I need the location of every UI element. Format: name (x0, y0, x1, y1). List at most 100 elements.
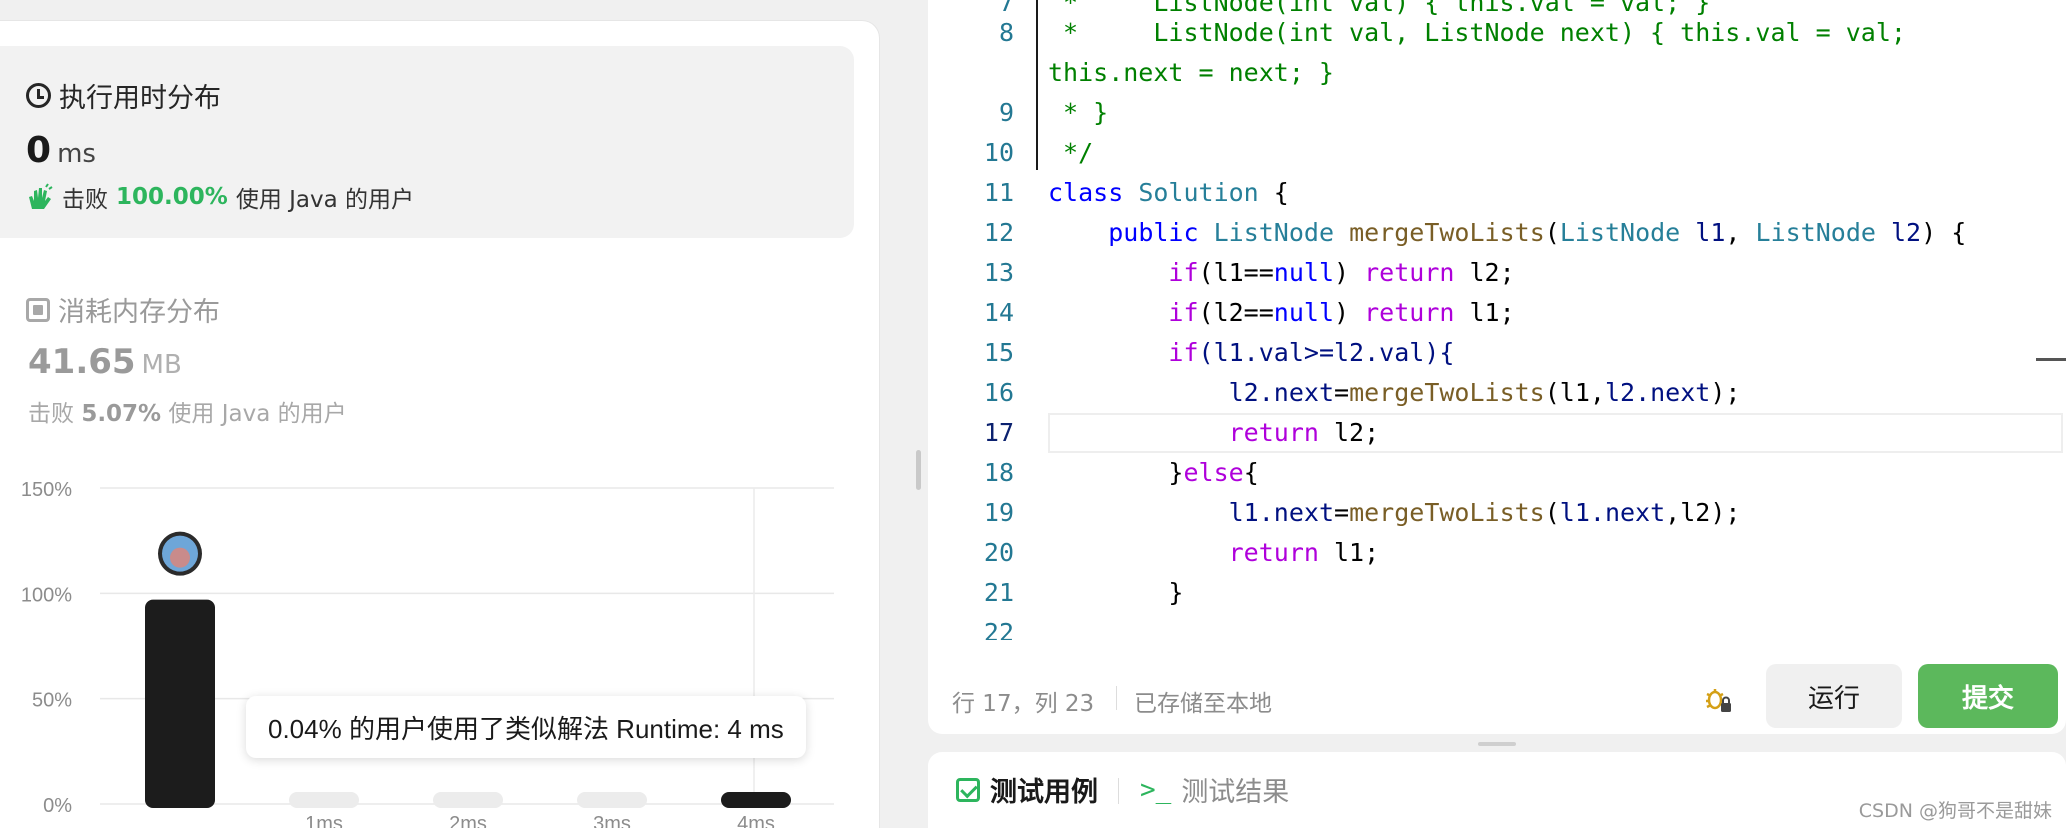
memory-beat-suffix: 使用 Java 的用户 (168, 401, 347, 427)
memory-unit: MB (141, 350, 182, 380)
token: l1 (1695, 218, 1726, 247)
x-tick-label: 3ms (593, 813, 631, 828)
tab-divider (1118, 778, 1119, 804)
code-area[interactable]: 7 * ListNode(int val) { this.val = val; … (928, 0, 2066, 640)
token: l2 (1228, 378, 1259, 407)
vertical-resize-handle[interactable] (1478, 742, 1516, 746)
code-line: } (1048, 578, 1183, 607)
line-number: 8 (998, 18, 1014, 47)
token: = (1334, 498, 1350, 527)
token: l1 (1228, 498, 1259, 527)
code-line-wrap: this.next = next; } (1048, 58, 1334, 87)
tab-result-label: 测试结果 (1181, 777, 1290, 808)
chart-bar (721, 792, 791, 808)
token: return (1364, 258, 1455, 287)
line-number: 7 (998, 0, 1014, 17)
token: (l1, (1544, 378, 1605, 407)
runtime-distribution-chart: 150% 100% 50% 0% 1ms 2ms 3ms 4ms (0, 470, 880, 828)
runtime-beat-prefix: 击败 (62, 187, 108, 213)
token: public (1108, 218, 1199, 247)
code-line: class Solution { (1048, 178, 1289, 207)
y-tick-label: 0% (43, 795, 72, 817)
clap-hands-icon (26, 183, 54, 211)
token: l2; (1454, 258, 1515, 287)
x-tick-label: 4ms (737, 813, 775, 828)
memory-beat: 击败 5.07% 使用 Java 的用户 (28, 394, 347, 428)
token: (l2== (1198, 298, 1274, 327)
token: return (1364, 298, 1455, 327)
token: return (1228, 538, 1319, 567)
submit-button[interactable]: 提交 (1918, 664, 2058, 728)
chart-bar (433, 792, 503, 808)
line-number: 9 (998, 98, 1014, 127)
avatar-face (170, 547, 190, 568)
code-line: l2.next=mergeTwoLists(l1,l2.next); (1048, 378, 1741, 407)
memory-beat-percent: 5.07% (81, 401, 162, 427)
y-tick-label: 150% (21, 479, 72, 501)
tooltip-text: 0.04% 的用户使用了类似解法 Runtime: 4 ms (268, 713, 784, 744)
memory-value: 41.65 MB (28, 342, 182, 382)
clock-icon (26, 83, 51, 108)
token: Solution (1138, 178, 1259, 207)
token: mergeTwoLists (1349, 378, 1545, 407)
tab-result[interactable]: >_ 测试结果 (1140, 770, 1289, 809)
code-line: l1.next=mergeTwoLists(l1.next,l2); (1048, 498, 1741, 527)
token: ListNode (1559, 218, 1681, 247)
tab-testcase-label: 测试用例 (990, 777, 1098, 808)
run-button[interactable]: 运行 (1766, 664, 1902, 728)
panel-resize-handle[interactable] (916, 450, 921, 490)
line-number: 12 (983, 218, 1014, 247)
token: ListNode (1755, 218, 1876, 247)
token: l2 (1604, 378, 1636, 407)
token: { (1243, 458, 1259, 487)
token: null (1273, 258, 1335, 287)
token: ( (1544, 498, 1560, 527)
token: return (1228, 418, 1319, 447)
comment-indent-guide (1036, 0, 1038, 170)
watermark: CSDN @狗哥不是甜妹 (1858, 800, 2052, 822)
memory-beat-prefix: 击败 (28, 401, 74, 427)
memory-title-text: 消耗内存分布 (58, 297, 220, 328)
token: } (1168, 458, 1184, 487)
runtime-number: 0 (26, 130, 52, 171)
line-number: 20 (983, 538, 1014, 567)
debug-locked-icon[interactable] (1702, 684, 1734, 716)
runtime-title: 执行用时分布 (26, 76, 221, 115)
runtime-beat-percent: 100.00% (116, 184, 228, 210)
token: ListNode (1213, 218, 1335, 247)
runtime-card[interactable]: 执行用时分布 0 ms 击败 100.00% 使用 Java 的用户 (0, 46, 854, 238)
token: .next (1258, 498, 1334, 527)
line-number: 22 (983, 618, 1014, 640)
y-tick-label: 50% (32, 690, 72, 712)
token: = (1334, 378, 1350, 407)
tab-testcase[interactable]: 测试用例 (956, 770, 1098, 809)
chart-svg: 150% 100% 50% 0% 1ms 2ms 3ms 4ms (21, 479, 834, 828)
save-status: 已存储至本地 (1134, 691, 1272, 717)
scrollbar-marker[interactable] (2036, 358, 2066, 361)
line-number: 14 (983, 298, 1014, 327)
y-tick-label: 100% (21, 584, 72, 606)
token: mergeTwoLists (1349, 498, 1545, 527)
runtime-title-text: 执行用时分布 (59, 83, 221, 114)
code-editor[interactable]: 7 * ListNode(int val) { this.val = val; … (928, 0, 2066, 734)
token: (l1.val>=l2.val){ (1198, 338, 1455, 367)
editor-status-bar: 行 17，列 23 已存储至本地 运行 提交 (928, 664, 2066, 734)
status-divider (1116, 686, 1117, 710)
token: else (1183, 458, 1244, 487)
line-number: 21 (983, 578, 1014, 607)
token: l2; (1318, 418, 1380, 447)
token: if (1168, 298, 1199, 327)
chart-bar (145, 599, 215, 808)
token: mergeTwoLists (1349, 218, 1545, 247)
token: { (1258, 178, 1289, 207)
token: l2 (1891, 218, 1922, 247)
code-line: * } (1048, 98, 1109, 127)
code-line: * ListNode(int val, ListNode next) { thi… (1048, 18, 1906, 47)
chart-bar (289, 792, 359, 808)
token: ) (1334, 298, 1365, 327)
memory-title: 消耗内存分布 (26, 290, 220, 329)
token: .next (1258, 378, 1334, 407)
code-line: public ListNode mergeTwoLists(ListNode l… (1108, 218, 1967, 247)
line-number: 13 (983, 258, 1014, 287)
code-line: if(l1.val>=l2.val){ (1048, 338, 1454, 367)
